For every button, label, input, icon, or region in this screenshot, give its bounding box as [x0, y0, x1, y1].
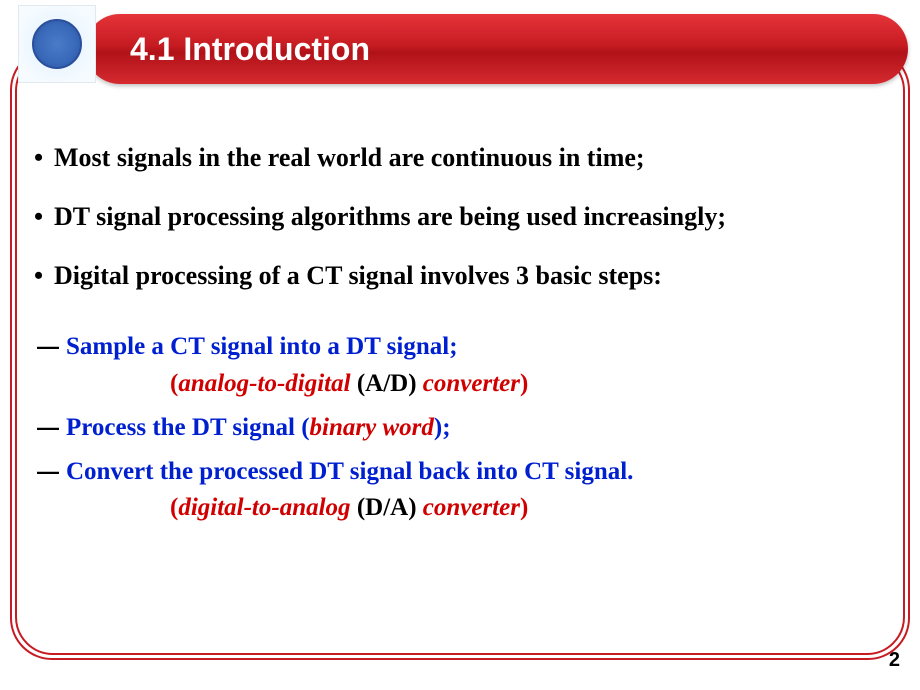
- page-number: 2: [889, 649, 900, 672]
- step-sub: (digital-to-analog (D/A) converter): [170, 490, 920, 526]
- paren-text: converter: [423, 370, 520, 397]
- logo-emblem: [32, 19, 82, 69]
- paren-text: binary word: [310, 414, 434, 441]
- bullet-icon: •: [30, 258, 54, 293]
- paren-close: ): [520, 494, 528, 521]
- paren-text: (A/D): [357, 370, 423, 397]
- paren-text: (D/A): [357, 494, 423, 521]
- paren-close: ): [520, 370, 528, 397]
- bullet-item: • Most signals in the real world are con…: [30, 140, 920, 175]
- bullet-text: Most signals in the real world are conti…: [54, 140, 645, 175]
- bullet-item: • DT signal processing algorithms are be…: [30, 199, 920, 234]
- step-text-main: Process the DT signal: [66, 414, 301, 441]
- paren-text: digital-to-analog: [178, 494, 356, 521]
- bullet-icon: •: [30, 199, 54, 234]
- dash-icon: —: [30, 454, 66, 488]
- dash-icon: —: [30, 410, 66, 444]
- step-sub: (analog-to-digital (A/D) converter): [170, 366, 920, 402]
- paren-close: );: [434, 414, 451, 441]
- university-logo: [18, 5, 96, 83]
- slide-title-bar: 4.1 Introduction: [85, 14, 908, 84]
- paren-text: analog-to-digital: [178, 370, 356, 397]
- step-item: — Sample a CT signal into a DT signal;: [30, 329, 920, 365]
- bullet-text: Digital processing of a CT signal involv…: [54, 258, 662, 293]
- step-text: Convert the processed DT signal back int…: [66, 454, 633, 490]
- slide-title: 4.1 Introduction: [130, 31, 370, 68]
- step-text: Process the DT signal (binary word);: [66, 410, 451, 446]
- slide-content: • Most signals in the real world are con…: [30, 140, 920, 625]
- step-text: Sample a CT signal into a DT signal;: [66, 329, 458, 365]
- paren-open: (: [301, 414, 309, 441]
- step-item: — Process the DT signal (binary word);: [30, 410, 920, 446]
- bullet-item: • Digital processing of a CT signal invo…: [30, 258, 920, 293]
- paren-text: converter: [423, 494, 520, 521]
- bullet-text: DT signal processing algorithms are bein…: [54, 199, 726, 234]
- step-item: — Convert the processed DT signal back i…: [30, 454, 920, 490]
- bullet-icon: •: [30, 140, 54, 175]
- dash-icon: —: [30, 329, 66, 363]
